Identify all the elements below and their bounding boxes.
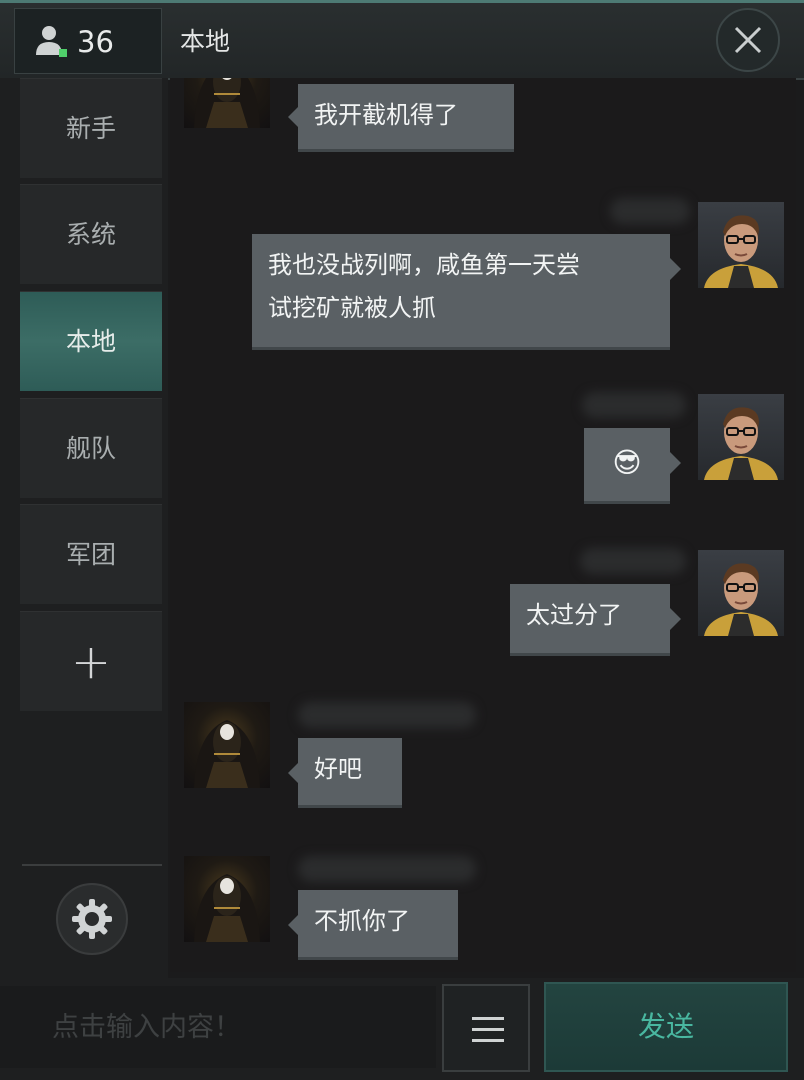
sidebar-divider (22, 864, 162, 866)
bubble-tail (670, 452, 681, 474)
online-count-box: 36 (14, 8, 162, 74)
message-bubble[interactable]: 😎 (584, 428, 670, 504)
helmet-pilot-icon (194, 874, 260, 942)
avatar[interactable] (184, 856, 270, 942)
header-accent-line (0, 0, 804, 3)
bubble-tail (670, 258, 681, 280)
plus-icon: + (70, 634, 112, 690)
blurred-sender-name (582, 392, 686, 418)
message-text: 好吧 (314, 755, 362, 783)
quick-phrases-button[interactable] (442, 984, 530, 1072)
bubble-tail (670, 608, 681, 630)
message-text-line2: 试挖矿就被人抓 (268, 294, 436, 322)
tab-label: 军团 (65, 540, 116, 569)
male-pilot-icon (704, 215, 778, 288)
settings-button[interactable] (56, 883, 128, 955)
avatar[interactable] (184, 78, 270, 128)
message-bubble[interactable]: 我开截机得了 (298, 84, 514, 152)
send-button[interactable]: 发送 (544, 982, 788, 1072)
blurred-sender-name (298, 856, 476, 882)
tab-fleet[interactable]: 舰队 (20, 398, 162, 498)
tab-label: 系统 (65, 220, 116, 249)
blurred-sender-name (298, 702, 476, 728)
avatar[interactable] (698, 202, 784, 288)
tab-label: 新手 (65, 114, 116, 143)
blurred-sender-name (580, 548, 686, 574)
male-pilot-icon (704, 563, 778, 636)
send-button-label: 发送 (637, 1010, 694, 1043)
chat-header: 36 本地 (0, 0, 804, 80)
tab-label: 本地 (65, 327, 116, 356)
user-icon (36, 26, 67, 57)
tab-local[interactable]: 本地 (20, 291, 162, 391)
message-text: 我也没战列啊，咸鱼第一天尝 (268, 251, 580, 279)
avatar[interactable] (698, 394, 784, 480)
tab-system[interactable]: 系统 (20, 184, 162, 284)
tab-newbie[interactable]: 新手 (20, 78, 162, 178)
blurred-sender-name (610, 198, 690, 224)
message-bubble[interactable]: 太过分了 (510, 584, 670, 656)
chat-message-list[interactable]: 我开截机得了 我也没战列啊，咸鱼第一天尝 试挖矿就被人抓 😎 太过分了 好吧 不… (170, 78, 796, 972)
message-input[interactable] (0, 986, 436, 1068)
channel-title: 本地 (180, 27, 231, 56)
close-button[interactable] (716, 8, 780, 72)
message-text: 太过分了 (526, 601, 622, 629)
message-text: 我开截机得了 (314, 101, 458, 129)
channel-sidebar: 新手 系统 本地 舰队 军团 + (0, 78, 168, 978)
add-channel-button[interactable]: + (20, 611, 162, 711)
helmet-pilot-icon (194, 78, 260, 128)
tab-corporation[interactable]: 军团 (20, 504, 162, 604)
sunglasses-emoji-icon: 😎 (612, 446, 642, 479)
menu-icon (472, 1017, 504, 1042)
message-text: 不抓你了 (314, 907, 410, 935)
male-pilot-icon (704, 407, 778, 480)
avatar[interactable] (184, 702, 270, 788)
message-bubble[interactable]: 好吧 (298, 738, 402, 808)
message-bubble[interactable]: 不抓你了 (298, 890, 458, 960)
gear-icon (72, 899, 112, 939)
avatar[interactable] (698, 550, 784, 636)
tab-label: 舰队 (65, 434, 116, 463)
helmet-pilot-icon (194, 720, 260, 788)
online-count: 36 (77, 25, 114, 59)
message-bubble[interactable]: 我也没战列啊，咸鱼第一天尝 试挖矿就被人抓 (252, 234, 670, 350)
close-icon (734, 26, 762, 54)
